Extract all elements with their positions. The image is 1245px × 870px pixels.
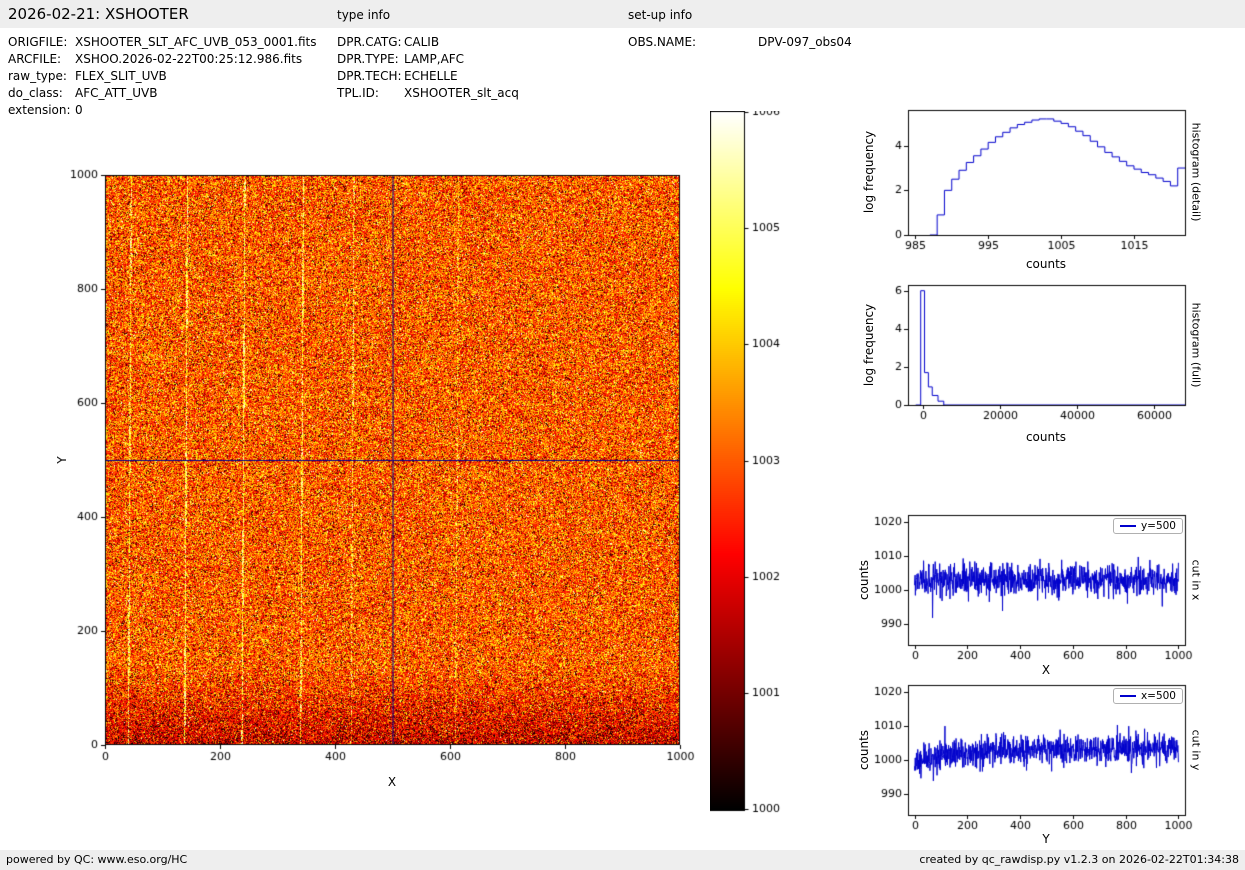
qc-report-page: 2026-02-21: XSHOOTER type info set-up in… [0, 0, 1245, 870]
hist-detail-side-label: histogram (detail) [1190, 123, 1203, 222]
cut-x-side-label: cut in x [1190, 560, 1203, 601]
page-title: 2026-02-21: XSHOOTER [8, 5, 189, 23]
tpl-id-label: TPL.ID: [337, 86, 404, 100]
rawtype-label: raw_type: [8, 69, 75, 83]
legend-cut-x: y=500 [1113, 518, 1183, 534]
dpr-type-row: DPR.TYPE:LAMP,AFC [337, 52, 464, 66]
obs-name-value: DPV-097_obs04 [758, 35, 852, 49]
main-yaxis-label: Y [55, 456, 69, 463]
legend-line-sample-icon [1120, 695, 1136, 697]
dpr-tech-label: DPR.TECH: [337, 69, 404, 83]
dpr-catg-row: DPR.CATG:CALIB [337, 35, 439, 49]
obs-name-label: OBS.NAME: [628, 35, 758, 49]
tpl-id-row: TPL.ID:XSHOOTER_slt_acq [337, 86, 519, 100]
raw-image-canvas [60, 165, 700, 770]
cut-y-ylabel: counts [857, 730, 871, 770]
dpr-catg-value: CALIB [404, 35, 439, 49]
setup-info-label: set-up info [628, 8, 692, 22]
dpr-tech-row: DPR.TECH:ECHELLE [337, 69, 458, 83]
type-info-label: type info [337, 8, 390, 22]
rawtype-row: raw_type:FLEX_SLIT_UVB [8, 69, 167, 83]
arcfile-label: ARCFILE: [8, 52, 75, 66]
hist-full-ylabel: log frequency [862, 304, 876, 386]
hist-full-xlabel: counts [1026, 430, 1066, 444]
legend-cut-x-label: y=500 [1141, 520, 1176, 532]
header-bar: 2026-02-21: XSHOOTER type info set-up in… [0, 0, 1245, 28]
main-xaxis-label: X [388, 775, 396, 789]
doclass-value: AFC_ATT_UVB [75, 86, 157, 100]
legend-line-sample-icon [1120, 525, 1136, 527]
cut-x-ylabel: counts [857, 560, 871, 600]
footer-right-text: created by qc_rawdisp.py v1.2.3 on 2026-… [919, 853, 1239, 866]
cut-x-xlabel: X [1042, 663, 1050, 677]
legend-cut-y-label: x=500 [1141, 690, 1176, 702]
extension-value: 0 [75, 103, 83, 117]
obs-name-row: OBS.NAME:DPV-097_obs04 [628, 35, 852, 49]
footer-left-text: powered by QC: www.eso.org/HC [6, 853, 187, 866]
extension-row: extension:0 [8, 103, 83, 117]
origfile-value: XSHOOTER_SLT_AFC_UVB_053_0001.fits [75, 35, 316, 49]
dpr-type-label: DPR.TYPE: [337, 52, 404, 66]
doclass-label: do_class: [8, 86, 75, 100]
arcfile-row: ARCFILE:XSHOO.2026-02-22T00:25:12.986.fi… [8, 52, 302, 66]
arcfile-value: XSHOO.2026-02-22T00:25:12.986.fits [75, 52, 302, 66]
hist-detail-xlabel: counts [1026, 257, 1066, 271]
colorbar-canvas [710, 111, 790, 813]
histogram-full-canvas [860, 277, 1193, 429]
origfile-row: ORIGFILE:XSHOOTER_SLT_AFC_UVB_053_0001.f… [8, 35, 316, 49]
footer-bar: powered by QC: www.eso.org/HC created by… [0, 850, 1245, 870]
hist-full-side-label: histogram (full) [1190, 303, 1203, 388]
histogram-detail-canvas [860, 102, 1193, 254]
cut-y-xlabel: Y [1042, 832, 1049, 846]
doclass-row: do_class:AFC_ATT_UVB [8, 86, 157, 100]
origfile-label: ORIGFILE: [8, 35, 75, 49]
legend-cut-y: x=500 [1113, 688, 1183, 704]
cut-y-side-label: cut in y [1190, 730, 1203, 771]
extension-label: extension: [8, 103, 75, 117]
dpr-catg-label: DPR.CATG: [337, 35, 404, 49]
tpl-id-value: XSHOOTER_slt_acq [404, 86, 519, 100]
rawtype-value: FLEX_SLIT_UVB [75, 69, 167, 83]
dpr-type-value: LAMP,AFC [404, 52, 464, 66]
dpr-tech-value: ECHELLE [404, 69, 458, 83]
hist-detail-ylabel: log frequency [862, 131, 876, 213]
